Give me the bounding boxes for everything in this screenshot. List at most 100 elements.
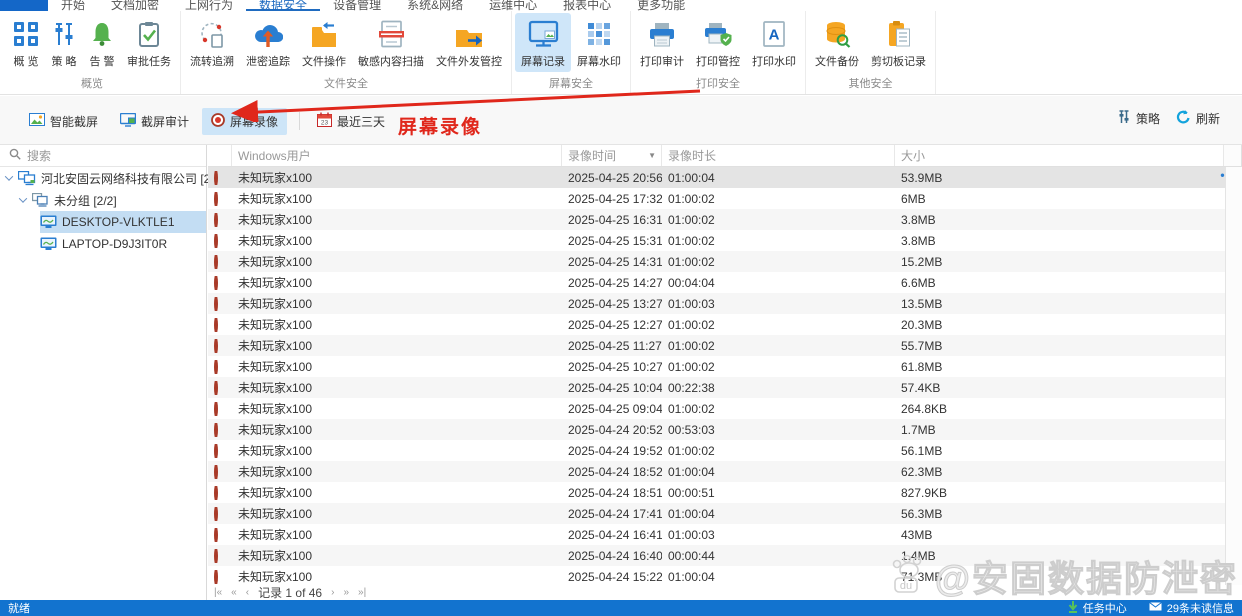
- table-row[interactable]: 未知玩家x100 2025-04-25 12:27:41 01:00:02 20.3M…: [208, 314, 1242, 335]
- search-box[interactable]: [0, 145, 206, 167]
- vertical-scrollbar[interactable]: [1225, 167, 1242, 585]
- table-row[interactable]: 未知玩家x100 2025-04-24 15:22:06 01:00:04 71.3M…: [208, 566, 1242, 585]
- svg-text:A: A: [769, 27, 780, 44]
- cell-duration: 00:22:38: [668, 380, 715, 395]
- ribbon-button-clipboard-record[interactable]: 剪切板记录: [865, 13, 932, 72]
- sort-descending-icon[interactable]: ▼: [648, 151, 656, 160]
- cell-size: 264.8KB: [901, 401, 948, 416]
- toolbar-button-label: 刷新: [1195, 112, 1220, 126]
- tab-3[interactable]: 上网行为: [172, 0, 246, 11]
- ribbon-button-approval-clipboard[interactable]: 审批任务: [121, 13, 177, 72]
- ribbon: 概 览策 略告 警审批任务 概览 流转追溯 泄密追踪 文件操作 敏感内容扫描 文件外发管控文…: [0, 11, 1242, 95]
- cell-windows-user: 未知玩家x100: [238, 360, 313, 374]
- page-prev-fast-button[interactable]: «: [231, 587, 237, 598]
- tab-4[interactable]: 数据安全: [246, 0, 321, 11]
- ribbon-button-screen-record-monitor[interactable]: 屏幕记录: [515, 13, 571, 72]
- tab-7[interactable]: 运维中心: [476, 0, 550, 11]
- toolbar-button-calendar[interactable]: 23 最近三天: [308, 107, 394, 135]
- column-header-record-time[interactable]: 录像时间 ▼: [562, 145, 662, 166]
- tree-item-4[interactable]: LAPTOP-D9J3IT0R: [0, 233, 206, 255]
- table-row[interactable]: 未知玩家x100 2025-04-25 10:04:33 00:22:38 57.4K…: [208, 377, 1242, 398]
- ribbon-button-file-ops-folder[interactable]: 文件操作: [296, 13, 352, 72]
- table-row[interactable]: 未知玩家x100 2025-04-24 20:52:26 00:53:03 1.7MB: [208, 419, 1242, 440]
- search-input[interactable]: [27, 148, 177, 163]
- ribbon-button-policy-sliders[interactable]: 策 略: [45, 13, 83, 72]
- toolbar-button-label: 智能截屏: [50, 114, 99, 129]
- ribbon-button-backup-database[interactable]: 文件备份: [809, 13, 865, 72]
- table-row[interactable]: 未知玩家x100 2025-04-25 15:31:55 01:00:02 3.8MB: [208, 230, 1242, 251]
- backup-database-icon: [824, 16, 851, 52]
- page-last-button[interactable]: »|: [358, 587, 366, 598]
- table-row[interactable]: 未知玩家x100 2025-04-25 17:32:01 01:00:02 6MB: [208, 188, 1242, 209]
- toolbar-button-label: 最近三天: [337, 114, 386, 129]
- tab-2[interactable]: 文档加密: [98, 0, 172, 11]
- table-row[interactable]: 未知玩家x100 2025-04-25 14:27:48 00:04:04 6.6MB: [208, 272, 1242, 293]
- tab-8[interactable]: 报表中心: [550, 0, 624, 11]
- table-row[interactable]: 未知玩家x100 2025-04-25 20:56:49 01:00:04 53.9M…: [208, 167, 1242, 188]
- unread-messages-button[interactable]: 29条未读信息: [1148, 600, 1234, 616]
- column-header-icon[interactable]: [208, 145, 232, 166]
- column-header-duration[interactable]: 录像时长: [662, 145, 895, 166]
- tab-9[interactable]: 更多功能: [624, 0, 698, 11]
- table-row[interactable]: 未知玩家x100 2025-04-24 18:51:27 00:00:51 827.9…: [208, 482, 1242, 503]
- toolbar-button-screenshot-audit[interactable]: 截屏审计: [111, 108, 198, 135]
- cell-duration: 01:00:02: [668, 401, 715, 416]
- table-header-row: Windows用户 录像时间 ▼ 录像时长 大小: [208, 145, 1242, 167]
- ribbon-button-print-watermark[interactable]: A 打印水印: [746, 13, 802, 72]
- table-row[interactable]: 未知玩家x100 2025-04-24 19:52:23 01:00:02 56.1M…: [208, 440, 1242, 461]
- cell-size: 6.6MB: [901, 275, 936, 290]
- record-dot-icon: [214, 359, 218, 374]
- table-row[interactable]: 未知玩家x100 2025-04-25 13:27:44 01:00:03 13.5M…: [208, 293, 1242, 314]
- ribbon-button-label: 剪切板记录: [871, 56, 926, 68]
- ribbon-button-label: 敏感内容扫描: [358, 56, 424, 68]
- ribbon-button-printer[interactable]: 打印审计: [634, 13, 690, 72]
- ribbon-button-alert-bell[interactable]: 告 警: [83, 13, 121, 72]
- ribbon-button-sensitive-scan[interactable]: 敏感内容扫描: [352, 13, 430, 72]
- tree-item-2[interactable]: 未分组 [2/2]: [0, 189, 206, 211]
- table-row[interactable]: 未知玩家x100 2025-04-24 16:40:25 00:00:44 1.4MB: [208, 545, 1242, 566]
- tab-6[interactable]: 系统&网络: [394, 0, 476, 11]
- cell-duration: 01:00:04: [668, 569, 715, 584]
- table-row[interactable]: 未知玩家x100 2025-04-25 09:04:31 01:00:02 264.8…: [208, 398, 1242, 419]
- toolbar-button-strategy-sliders[interactable]: 策略: [1117, 110, 1160, 127]
- table-row[interactable]: 未知玩家x100 2025-04-24 16:41:10 01:00:03 43MB: [208, 524, 1242, 545]
- cell-windows-user: 未知玩家x100: [238, 234, 313, 248]
- toolbar-button-refresh[interactable]: 刷新: [1176, 110, 1220, 127]
- cell-record-time: 2025-04-24 16:41:10: [568, 527, 662, 542]
- file-ops-folder-icon: [310, 16, 338, 52]
- ribbon-button-overview-grid[interactable]: 概 览: [7, 13, 45, 72]
- app-menu-button[interactable]: [0, 0, 48, 11]
- tree-item-3[interactable]: DESKTOP-VLKTLE1: [0, 211, 206, 233]
- task-center-button[interactable]: 任务中心: [1068, 600, 1127, 616]
- ribbon-button-printer-shield[interactable]: 打印管控: [690, 13, 746, 72]
- cell-duration: 01:00:02: [668, 233, 715, 248]
- table-row[interactable]: 未知玩家x100 2025-04-24 17:41:13 01:00:04 56.3M…: [208, 503, 1242, 524]
- page-next-button[interactable]: ›: [331, 587, 334, 598]
- table-row[interactable]: 未知玩家x100 2025-04-25 11:27:39 01:00:02 55.7M…: [208, 335, 1242, 356]
- chevron-down-icon[interactable]: [18, 194, 28, 203]
- ribbon-button-screen-watermark[interactable]: 屏幕水印: [571, 13, 627, 72]
- page-next-fast-button[interactable]: »: [343, 587, 349, 598]
- page-first-button[interactable]: |«: [214, 587, 222, 598]
- column-header-windows-user[interactable]: Windows用户: [232, 145, 562, 166]
- table-row[interactable]: 未知玩家x100 2025-04-24 18:52:19 01:00:04 62.3M…: [208, 461, 1242, 482]
- cell-windows-user: 未知玩家x100: [238, 339, 313, 353]
- toolbar-button-record-dot[interactable]: 屏幕录像: [202, 107, 288, 135]
- column-header-size[interactable]: 大小: [895, 145, 1224, 166]
- chevron-down-icon[interactable]: [4, 172, 14, 181]
- tab-1[interactable]: 开始: [48, 0, 98, 11]
- ribbon-button-leak-cloud[interactable]: 泄密追踪: [240, 13, 296, 72]
- cell-windows-user: 未知玩家x100: [238, 192, 313, 206]
- tree-item-1[interactable]: 河北安固云网络科技有限公司 [2/2]: [0, 167, 224, 189]
- cell-duration: 00:53:03: [668, 422, 715, 437]
- ribbon-button-trace-cycle[interactable]: 流转追溯: [184, 13, 240, 72]
- table-row[interactable]: 未知玩家x100 2025-04-25 14:31:52 01:00:02 15.2M…: [208, 251, 1242, 272]
- ribbon-button-file-send-folder[interactable]: 文件外发管控: [430, 13, 508, 72]
- cell-size: 3.8MB: [901, 233, 936, 248]
- toolbar-button-smart-screenshot[interactable]: 智能截屏: [20, 108, 107, 135]
- table-row[interactable]: 未知玩家x100 2025-04-25 10:27:36 01:00:02 61.8M…: [208, 356, 1242, 377]
- record-dot-icon: [214, 233, 218, 248]
- tab-5[interactable]: 设备管理: [320, 0, 394, 11]
- page-prev-button[interactable]: ‹: [246, 587, 249, 598]
- table-row[interactable]: 未知玩家x100 2025-04-25 16:31:58 01:00:02 3.8MB: [208, 209, 1242, 230]
